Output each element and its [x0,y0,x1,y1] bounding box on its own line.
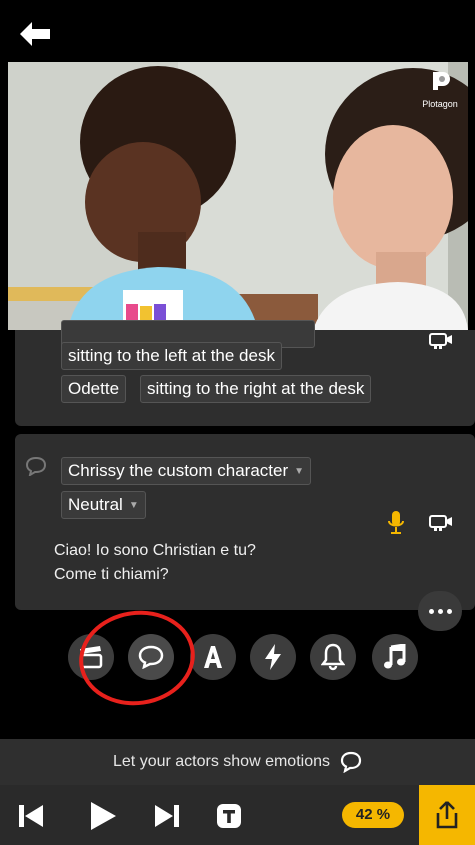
microphone-icon[interactable] [387,510,405,536]
skip-forward-icon [155,805,179,827]
speech-bubble-icon [138,645,164,669]
speech-bubble-icon [25,456,47,476]
camera-icon[interactable] [429,514,453,532]
dialogue-card[interactable]: Chrissy the custom character ▼ Neutral ▼ C… [15,434,475,610]
lightning-icon [265,644,281,670]
add-action-button[interactable] [250,634,296,680]
bell-icon [321,643,345,671]
brand-watermark: Plotagon [418,70,462,109]
title-text-icon [217,804,241,828]
hint-text: Let your actors show emotions [113,753,330,770]
skip-back-button[interactable] [14,799,48,833]
hint-bar: Let your actors show emotions [0,739,475,785]
share-button[interactable] [419,785,475,845]
dialogue-line: Ciao! Io sono Christian e tu? [54,542,256,559]
dot [437,608,443,614]
add-text-button[interactable] [190,634,236,680]
music-note-icon [384,644,406,669]
position-chip-right[interactable]: sitting to the right at the desk [140,375,372,403]
dot [446,608,452,614]
dropdown-caret-icon: ▼ [294,466,305,477]
play-button[interactable] [84,799,122,833]
dropdown-caret-icon: ▼ [128,500,139,511]
zoom-level-badge[interactable]: 42 % [342,802,404,828]
add-scene-button[interactable] [68,634,114,680]
add-item-toolbar [0,632,475,692]
text-icon [204,646,222,668]
more-options-button[interactable] [418,591,462,631]
position-chip-left[interactable]: sitting to the left at the desk [61,342,282,370]
dot [428,608,434,614]
brand-label: Plotagon [422,99,458,109]
emotion-dropdown[interactable]: Neutral ▼ [61,491,146,519]
scene-illustration [8,62,468,330]
back-arrow-icon [20,22,50,46]
title-button[interactable] [214,799,244,833]
share-icon [436,801,458,829]
add-dialogue-button[interactable] [128,634,174,680]
playback-bar: 42 % [0,785,475,845]
actor-chip-odette[interactable]: Odette [61,375,127,403]
top-bar [0,0,475,62]
scene-card[interactable]: sitting to the left at the desk Odette s… [15,320,475,426]
back-button[interactable] [18,20,52,48]
add-music-button[interactable] [372,634,418,680]
skip-forward-button[interactable] [150,799,184,833]
speech-bubble-icon [340,751,362,773]
character-dropdown-label: Chrissy the custom character [68,461,289,480]
add-sound-effect-button[interactable] [310,634,356,680]
camera-icon[interactable] [429,332,453,350]
clapperboard-icon [79,646,103,669]
dialogue-line: Come ti chiami? [54,566,169,583]
plotagon-logo-icon [433,72,450,90]
play-icon [91,802,116,830]
emotion-dropdown-label: Neutral [68,495,123,514]
character-dropdown[interactable]: Chrissy the custom character ▼ [61,457,312,485]
skip-back-icon [19,805,43,827]
dialogue-text[interactable]: Ciao! Io sono Christian e tu? Come ti ch… [54,539,256,587]
video-preview[interactable]: Plotagon [8,62,468,330]
